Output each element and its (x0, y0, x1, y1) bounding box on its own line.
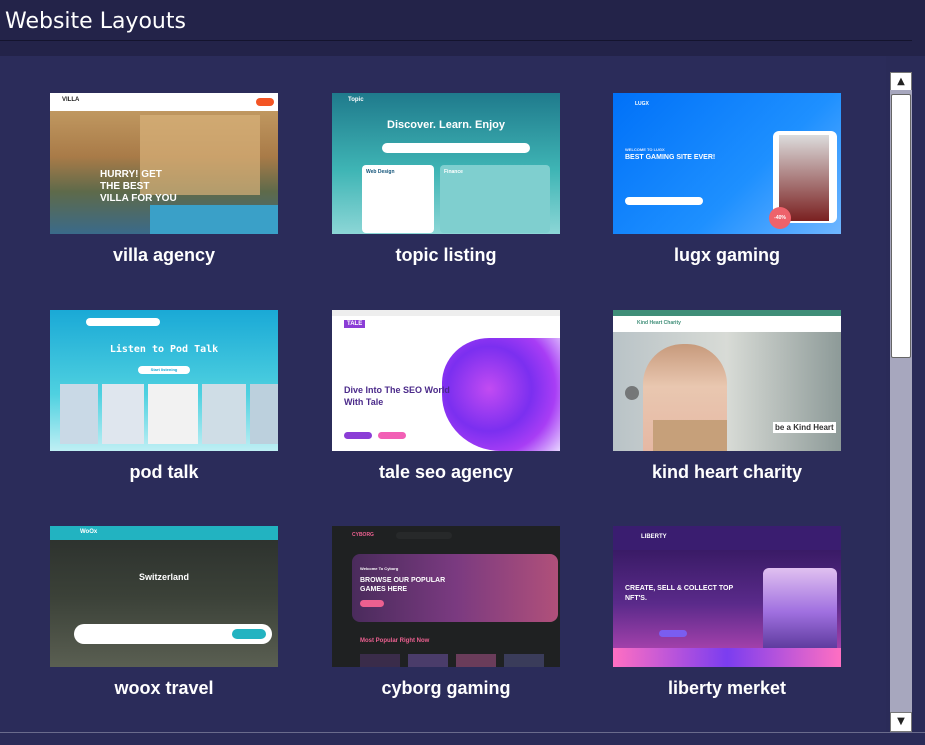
scrollbar-thumb[interactable] (891, 94, 911, 358)
layout-card-villa-agency[interactable]: VILLA HURRY! GET THE BEST VILLA FOR YOU … (50, 93, 278, 266)
villa-agency-label: villa agency (112, 245, 216, 265)
tale-brand: TALE (344, 320, 366, 328)
pod-headline: Listen to Pod Talk (109, 344, 219, 355)
layout-card-topic-listing[interactable]: Topic Discover. Learn. Enjoy Web Design … (332, 93, 560, 266)
triangle-down-icon: ▼ (897, 716, 905, 727)
cyborg-game-tile-4 (504, 654, 544, 667)
kind-heart-prev-arrow (625, 386, 639, 400)
cyborg-game-tile-3 (456, 654, 496, 667)
woox-headline: Switzerland (138, 572, 189, 582)
villa-nav-button (256, 98, 274, 106)
topic-card-right: Finance (440, 165, 550, 233)
pod-person-4 (202, 384, 246, 444)
liberty-vr-person (763, 568, 837, 656)
kind-heart-navbar: Kind Heart Charity (613, 316, 841, 332)
liberty-merket-thumbnail[interactable]: LIBERTY CREATE, SELL & COLLECT TOP NFT'S… (613, 526, 841, 667)
cyborg-brand: CYBORG (352, 532, 374, 538)
topic-card-left: Web Design (362, 165, 434, 233)
pod-person-5 (250, 384, 278, 444)
kind-heart-headline: be a Kind Heart (773, 422, 836, 433)
page-title: Website Layouts (5, 9, 186, 34)
cyborg-gaming-thumbnail[interactable]: CYBORG Welcome To Cyborg BROWSE OUR POPU… (332, 526, 560, 667)
lugx-discount-badge: -40% (769, 207, 791, 229)
scrollbar-track[interactable] (890, 90, 912, 714)
bottom-divider (0, 732, 925, 745)
pod-person-1 (60, 384, 98, 444)
liberty-navbar: LIBERTY (613, 526, 841, 550)
lugx-welcome: WELCOME TO LUGX (625, 147, 665, 152)
pod-talk-label: pod talk (129, 462, 199, 482)
cyborg-browse-button (360, 600, 384, 607)
topic-listing-label: topic listing (395, 245, 497, 265)
cyborg-search-bar (396, 532, 452, 539)
liberty-button (659, 630, 687, 637)
layout-gallery: VILLA HURRY! GET THE BEST VILLA FOR YOU … (0, 56, 886, 732)
woox-travel-thumbnail[interactable]: WoOx Switzerland (50, 526, 278, 667)
topic-card-left-title: Web Design (366, 169, 395, 175)
kind-heart-charity-thumbnail[interactable]: Kind Heart Charity be a Kind Heart (613, 310, 841, 451)
header-divider (0, 40, 912, 41)
scroll-up-button[interactable]: ▲ (890, 72, 912, 92)
woox-navbar: WoOx (50, 526, 278, 540)
pod-person-3 (148, 384, 198, 444)
lugx-character-shape (779, 135, 829, 221)
topic-card-right-title: Finance (444, 169, 463, 175)
tale-seo-agency-thumbnail[interactable]: TALE Dive Into The SEO World With Tale (332, 310, 560, 451)
lugx-headline: BEST GAMING SITE EVER! (625, 154, 716, 161)
kind-heart-box-shape (653, 420, 727, 451)
triangle-up-icon: ▲ (897, 76, 905, 87)
scroll-down-button[interactable]: ▼ (890, 712, 912, 732)
villa-navbar: VILLA (50, 93, 278, 111)
cyborg-game-tile-1 (360, 654, 400, 667)
villa-agency-thumbnail[interactable]: VILLA HURRY! GET THE BEST VILLA FOR YOU (50, 93, 278, 234)
pod-talk-thumbnail[interactable]: Listen to Pod Talk Start listening (50, 310, 278, 451)
layout-card-woox-travel[interactable]: WoOx Switzerland woox travel (50, 526, 278, 699)
cyborg-banner: Welcome To Cyborg BROWSE OUR POPULAR GAM… (352, 554, 558, 622)
tale-button-1 (344, 432, 372, 439)
pod-person-2 (102, 384, 144, 444)
liberty-merket-label: liberty merket (667, 678, 787, 698)
cyborg-gaming-label: cyborg gaming (381, 678, 511, 698)
lugx-gaming-thumbnail[interactable]: LUGX WELCOME TO LUGX BEST GAMING SITE EV… (613, 93, 841, 234)
topic-search-bar (382, 143, 530, 153)
cyborg-section-title: Most Popular Right Now (360, 638, 430, 644)
liberty-brand: LIBERTY (641, 534, 667, 540)
tale-headline: Dive Into The SEO World With Tale (344, 385, 450, 407)
layout-card-pod-talk[interactable]: Listen to Pod Talk Start listening pod t… (50, 310, 278, 483)
lugx-gaming-label: lugx gaming (673, 245, 780, 265)
layout-card-cyborg-gaming[interactable]: CYBORG Welcome To Cyborg BROWSE OUR POPU… (332, 526, 560, 699)
topic-listing-thumbnail[interactable]: Topic Discover. Learn. Enjoy Web Design … (332, 93, 560, 234)
kind-heart-charity-label: kind heart charity (651, 462, 803, 482)
lugx-search-bar (625, 197, 703, 205)
layout-card-kind-heart-charity[interactable]: Kind Heart Charity be a Kind Heart kind … (613, 310, 841, 483)
tale-button-2 (378, 432, 406, 439)
villa-headline: HURRY! GET THE BEST VILLA FOR YOU (100, 169, 177, 204)
tale-topbar (332, 310, 560, 316)
woox-brand: WoOx (80, 529, 98, 535)
cyborg-headline: BROWSE OUR POPULAR GAMES HERE (360, 577, 446, 593)
layout-card-liberty-merket[interactable]: LIBERTY CREATE, SELL & COLLECT TOP NFT'S… (613, 526, 841, 699)
villa-pool-shape (150, 205, 278, 234)
villa-brand: VILLA (62, 97, 80, 103)
woox-explore-button (232, 629, 266, 639)
kind-heart-brand: Kind Heart Charity (637, 320, 681, 326)
liberty-headline: CREATE, SELL & COLLECT TOP NFT'S. (625, 585, 733, 602)
pod-start-button: Start listening (138, 366, 190, 374)
layout-card-tale-seo-agency[interactable]: TALE Dive Into The SEO World With Tale t… (332, 310, 560, 483)
topic-brand: Topic (348, 97, 364, 103)
woox-travel-label: woox travel (114, 678, 214, 698)
liberty-city-skyline (613, 648, 841, 667)
topic-headline: Discover. Learn. Enjoy (387, 119, 505, 131)
cyborg-welcome: Welcome To Cyborg (360, 566, 399, 571)
lugx-brand: LUGX (635, 101, 649, 107)
layout-card-lugx-gaming[interactable]: LUGX WELCOME TO LUGX BEST GAMING SITE EV… (613, 93, 841, 266)
window-header: Website Layouts (0, 0, 925, 56)
cyborg-game-tile-2 (408, 654, 448, 667)
vertical-scrollbar[interactable]: ▲ ▼ (890, 70, 912, 734)
tale-seo-agency-label: tale seo agency (378, 462, 514, 482)
pod-search-bar (86, 318, 160, 326)
